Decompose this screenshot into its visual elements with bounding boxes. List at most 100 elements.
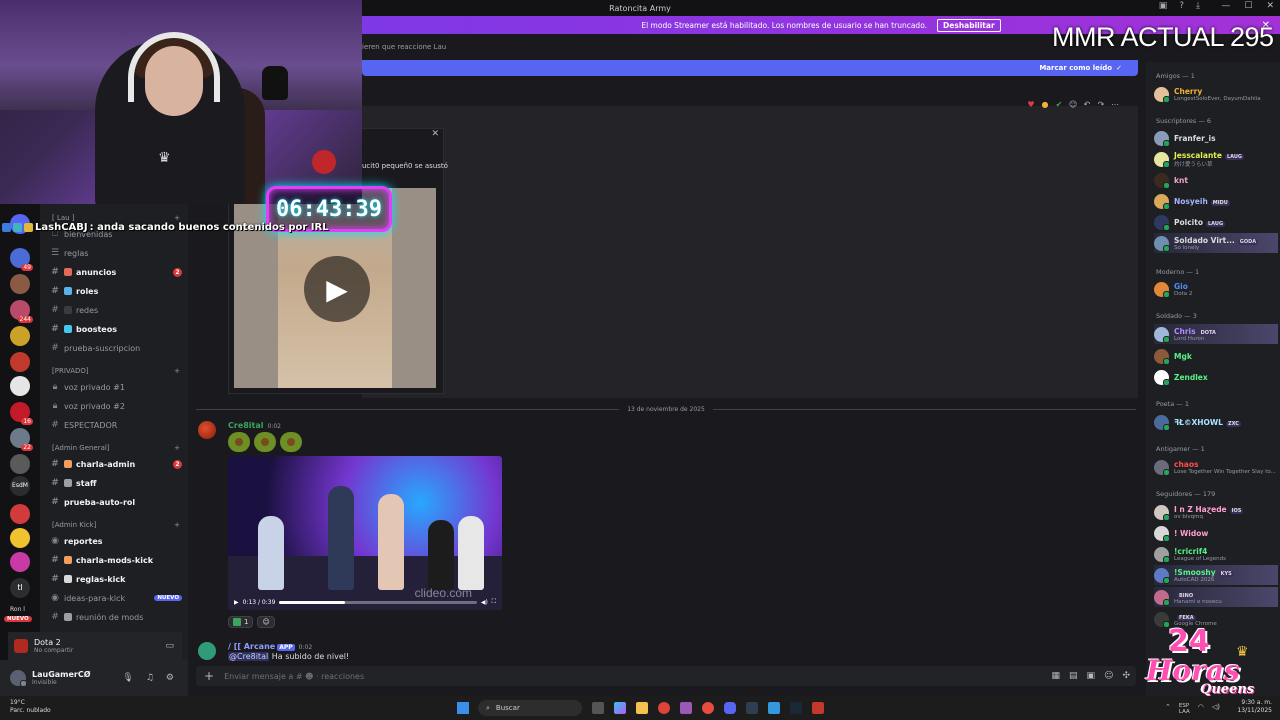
member-item[interactable]: BINO Hanami e nosecu — [1154, 587, 1278, 607]
check-reaction-icon[interactable]: ✔ — [1054, 100, 1064, 110]
message-author[interactable]: / [[ Arcane APP 0:02 — [228, 642, 312, 651]
maximize-button[interactable]: ☐ — [1244, 1, 1252, 11]
microphone-icon[interactable]: 🎙︎ — [122, 673, 133, 683]
copilot-icon[interactable] — [614, 702, 626, 714]
add-channel-icon[interactable]: + — [174, 214, 180, 222]
server-icon[interactable] — [10, 528, 30, 548]
channel-voz-privado-1[interactable]: 🔒︎ voz privado #1 — [50, 379, 182, 395]
mark-read-button[interactable]: Marcar como leído — [1039, 64, 1112, 72]
message-author[interactable]: Cre8ital 0:02 — [228, 421, 281, 430]
add-channel-icon[interactable]: + — [174, 444, 180, 452]
member-item[interactable]: Gio Dota 2 — [1154, 279, 1278, 299]
popup-close-icon[interactable]: ✕ — [431, 129, 439, 139]
channel-reportes[interactable]: ◉ reportes — [50, 533, 182, 549]
member-item[interactable]: Nosyeih MIDU — [1154, 191, 1278, 211]
video-progress-bar[interactable] — [279, 600, 477, 604]
add-channel-icon[interactable]: + — [174, 367, 180, 375]
user-mention[interactable]: @Cre8ital — [228, 652, 270, 661]
emoji-icon[interactable]: ☺ — [1104, 671, 1113, 681]
member-item[interactable]: !cricrif4 League of Legends — [1154, 544, 1278, 564]
inbox-icon[interactable]: ▣ — [1159, 1, 1168, 11]
server-icon[interactable]: 22 — [10, 428, 33, 451]
user-info[interactable]: LauGamerCØ Invisible — [32, 670, 91, 686]
category-admin-general[interactable]: [Admin General] + — [52, 444, 180, 452]
add-attachment-icon[interactable]: + — [204, 669, 214, 683]
category-privado[interactable]: [PRIVADO] + — [52, 367, 180, 375]
member-item[interactable]: I n Z Haɀede IOS ov bivqmq — [1154, 502, 1278, 522]
settings-icon[interactable]: ⚙ — [166, 673, 174, 683]
add-reaction-pill[interactable]: ☺ — [257, 616, 275, 628]
more-options-icon[interactable]: ⋯ — [1110, 100, 1120, 110]
member-item[interactable]: Cherry LongestSoloEver, DayumDahlia — [1154, 84, 1278, 104]
server-icon[interactable] — [10, 454, 30, 474]
avatar[interactable] — [198, 421, 216, 439]
headphones-icon[interactable]: ♫ — [146, 673, 154, 683]
channel-espectador[interactable]: # ESPECTADOR — [50, 417, 182, 433]
new-messages-bar[interactable]: Marcar como leído ✓ — [362, 60, 1138, 76]
member-item[interactable]: Soldado Virt... GODA So lonely — [1154, 233, 1278, 253]
member-item[interactable]: ! Widow — [1154, 523, 1278, 543]
clock[interactable]: 9:30 a. m. 13/11/2025 — [1237, 699, 1272, 715]
emoji-reaction-icon[interactable]: ● — [1040, 100, 1050, 110]
channel-prueba-auto-rol[interactable]: # prueba-auto-rol — [50, 494, 182, 510]
member-item[interactable]: ꟻŁ©XHOWL ZXC — [1154, 412, 1278, 432]
member-item[interactable]: Chris DOTA Lord Huron — [1154, 324, 1278, 344]
member-item[interactable]: !Smooshy KYS AutoCAD 2026 — [1154, 565, 1278, 585]
server-icon[interactable] — [10, 326, 30, 346]
composer-input[interactable]: Enviar mensaje a # ☻ · reacciones — [224, 672, 364, 681]
check-reaction-pill[interactable]: 1 — [228, 616, 254, 628]
reply-icon[interactable]: ↶ — [1082, 100, 1092, 110]
volume-icon[interactable]: ◀) — [481, 599, 488, 606]
server-icon[interactable] — [10, 504, 30, 524]
server-icon[interactable] — [10, 274, 30, 294]
channel-charla-admin[interactable]: # charla-admin 2 — [50, 456, 182, 472]
avatar[interactable] — [10, 670, 27, 687]
member-item[interactable]: chaos Lose Together Win Together Slay to.… — [1154, 457, 1278, 477]
member-item[interactable]: Polcito LAUG — [1154, 212, 1278, 232]
add-channel-icon[interactable]: + — [174, 521, 180, 529]
fullscreen-icon[interactable]: ⛶ — [492, 598, 496, 606]
heart-reaction-icon[interactable]: ♥ — [1026, 100, 1036, 110]
channel-redes[interactable]: # redes — [50, 302, 182, 318]
tray-lang[interactable]: ESP LAA — [1179, 703, 1190, 715]
explorer-icon[interactable] — [636, 702, 648, 714]
help-icon[interactable]: ? — [1179, 1, 1184, 11]
channel-boosteos[interactable]: # boosteos — [50, 321, 182, 337]
app-icon[interactable] — [768, 702, 780, 714]
channel-staff[interactable]: # staff — [50, 475, 182, 491]
app-icon[interactable] — [680, 702, 692, 714]
download-icon[interactable]: ⤓ — [1196, 1, 1200, 11]
volume-icon[interactable]: ◁) — [1212, 703, 1220, 715]
apps-icon[interactable]: ✣ — [1122, 671, 1130, 681]
discord-icon[interactable] — [724, 702, 736, 714]
minimize-button[interactable]: — — [1221, 1, 1230, 11]
gif-icon[interactable]: ▤ — [1069, 671, 1078, 681]
channel-voz-privado-2[interactable]: 🔒︎ voz privado #2 — [50, 398, 182, 414]
chevron-up-icon[interactable]: ⌃ — [1165, 703, 1171, 715]
play-icon[interactable]: ▶ — [304, 256, 370, 322]
channel-reunion-de-mods[interactable]: # reunión de mods — [50, 609, 182, 625]
disable-streamer-button[interactable]: Deshabilitar — [937, 18, 1001, 32]
channel-prueba-suscripcion[interactable]: # prueba-suscripcion — [50, 340, 182, 356]
screen-share-icon[interactable]: ▭ — [165, 641, 174, 651]
member-item[interactable]: knt — [1154, 170, 1278, 190]
taskview-icon[interactable] — [592, 702, 604, 714]
server-icon[interactable] — [10, 352, 30, 372]
gift-icon[interactable]: ▦ — [1052, 671, 1061, 681]
server-icon[interactable]: 49 — [10, 248, 33, 271]
category-admin-kick[interactable]: [Admin Kick] + — [52, 521, 180, 529]
channel-reglas-kick[interactable]: # reglas-kick — [50, 571, 182, 587]
member-item[interactable]: Zendlex — [1154, 367, 1278, 387]
weather-widget[interactable]: 19°C Parc. nublado — [10, 699, 51, 715]
server-icon[interactable]: tl — [10, 578, 30, 598]
channel-anuncios[interactable]: # anuncios 2 — [50, 264, 182, 280]
server-icon[interactable]: EsdM — [10, 476, 30, 496]
channel-roles[interactable]: # roles — [50, 283, 182, 299]
wifi-icon[interactable]: ◠ — [1198, 703, 1204, 715]
channel-reglas[interactable]: ☰ reglas — [50, 245, 182, 261]
server-icon[interactable]: 244 — [10, 300, 33, 323]
add-reaction-icon[interactable]: ☺ — [1068, 100, 1078, 110]
member-item[interactable]: Mgk — [1154, 346, 1278, 366]
app-icon[interactable] — [702, 702, 714, 714]
app-icon[interactable] — [812, 702, 824, 714]
